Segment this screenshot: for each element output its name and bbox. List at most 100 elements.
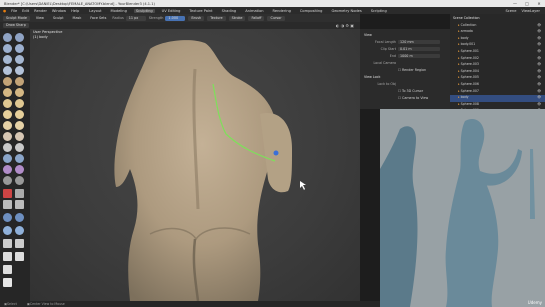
draw-brush-icon[interactable] (3, 33, 12, 42)
rotate-icon[interactable] (3, 252, 12, 261)
maximize-icon[interactable]: □ (521, 0, 533, 7)
focal-length-field[interactable]: 120 mm (398, 40, 440, 44)
menu-edit[interactable]: Edit (22, 9, 29, 13)
scale-icon[interactable] (15, 252, 24, 261)
stroke-menu[interactable]: Stroke (228, 15, 246, 21)
visibility-eye-icon[interactable]: 👁 (537, 49, 541, 53)
tab-uv-editing[interactable]: UV Editing (160, 9, 183, 13)
outliner-item[interactable]: ▸ Sphere.001 👁 (450, 49, 545, 56)
tab-rendering[interactable]: Rendering (271, 9, 293, 13)
tab-scripting[interactable]: Scripting (369, 9, 389, 13)
torso-mesh[interactable] (114, 40, 290, 301)
tab-compositing[interactable]: Compositing (298, 9, 325, 13)
draw-sharp-brush-icon[interactable] (15, 33, 24, 42)
outliner-item[interactable]: ▸ body.001 👁 (450, 42, 545, 49)
scrape-brush-icon[interactable] (3, 99, 12, 108)
flatten-brush-icon[interactable] (3, 88, 12, 97)
visibility-eye-icon[interactable]: 👁 (537, 36, 541, 40)
elastic-deform-brush-icon[interactable] (3, 121, 12, 130)
visibility-eye-icon[interactable]: 👁 (537, 69, 541, 73)
mesh-filter-icon[interactable] (3, 213, 12, 222)
visibility-eye-icon[interactable]: 👁 (537, 29, 541, 33)
outliner-item[interactable]: ▸ Sphere.002 👁 (450, 56, 545, 63)
visibility-eye-icon[interactable]: 👁 (537, 82, 541, 86)
menu-window[interactable]: Window (52, 9, 66, 13)
menu-help[interactable]: Help (71, 9, 79, 13)
visibility-eye-icon[interactable]: 👁 (537, 95, 541, 99)
view-panel-header[interactable]: View (360, 33, 450, 40)
visibility-eye-icon[interactable]: 👁 (537, 89, 541, 93)
thumb-brush-icon[interactable] (3, 132, 12, 141)
brush-menu[interactable]: Brush (188, 15, 205, 21)
outliner-item[interactable]: ▸ Sphere.007 👁 (450, 89, 545, 96)
texture-menu[interactable]: Texture (207, 15, 226, 21)
annotate-icon[interactable] (3, 278, 12, 287)
slide-relax-brush-icon[interactable] (3, 154, 12, 163)
menu-file[interactable]: File (11, 9, 17, 13)
grab-brush-icon[interactable] (15, 110, 24, 119)
box-face-set-icon[interactable] (3, 200, 12, 209)
outliner-item[interactable]: ▸ Sphere.008 👁 (450, 102, 545, 109)
mask-by-color-icon[interactable] (3, 239, 12, 248)
box-hide-icon[interactable] (15, 189, 24, 198)
fill-brush-icon[interactable] (15, 88, 24, 97)
pose-brush-icon[interactable] (15, 132, 24, 141)
outliner-item[interactable]: ▸ body 👁 (450, 95, 545, 102)
cloth-brush-icon[interactable] (3, 165, 12, 174)
clay-brush-icon[interactable] (3, 44, 12, 53)
tab-geometry-nodes[interactable]: Geometry Nodes (329, 9, 363, 13)
box-mask-icon[interactable] (3, 189, 12, 198)
smooth-brush-icon[interactable] (15, 77, 24, 86)
visibility-eye-icon[interactable]: 👁 (537, 42, 541, 46)
inflate-brush-icon[interactable] (3, 66, 12, 75)
outliner-item[interactable]: ▸ Sphere.005 👁 (450, 75, 545, 82)
outliner-item[interactable]: ▸ Collection 👁 (450, 23, 545, 30)
outliner-item[interactable]: ▸ body 👁 (450, 36, 545, 43)
tab-layout[interactable]: Layout (87, 9, 103, 13)
sculpt-menu[interactable]: Sculpt (50, 16, 67, 21)
clip-end-field[interactable]: 1000 m (398, 54, 440, 58)
tab-animation[interactable]: Animation (243, 9, 265, 13)
outliner-item[interactable]: ▸ Sphere.006 👁 (450, 82, 545, 89)
blender-logo-icon[interactable]: ● (3, 9, 6, 13)
edit-face-set-icon[interactable] (15, 226, 24, 235)
crease-brush-icon[interactable] (3, 77, 12, 86)
boundary-brush-icon[interactable] (15, 154, 24, 163)
pinch-brush-icon[interactable] (3, 110, 12, 119)
strength-field[interactable]: 1.000 (165, 15, 186, 21)
face-sets-menu[interactable]: Face Sets (87, 16, 109, 21)
move-icon[interactable] (15, 239, 24, 248)
3d-viewport[interactable] (30, 29, 360, 301)
box-trim-icon[interactable] (15, 200, 24, 209)
mode-selector[interactable]: Sculpt Mode (3, 15, 30, 21)
rotate-brush-icon[interactable] (15, 143, 24, 152)
clip-start-field[interactable]: 0.01 m (398, 47, 440, 51)
blob-brush-icon[interactable] (15, 66, 24, 75)
tab-shading[interactable]: Shading (220, 9, 239, 13)
view-layer-selector[interactable]: ViewLayer (521, 9, 540, 13)
close-icon[interactable]: ✕ (533, 0, 545, 7)
simplify-brush-icon[interactable] (15, 165, 24, 174)
menu-render[interactable]: Render (34, 9, 47, 13)
layer-brush-icon[interactable] (15, 55, 24, 64)
transform-icon[interactable] (3, 265, 12, 274)
outliner-item[interactable]: ▸ Sphere.003 👁 (450, 62, 545, 69)
radius-field[interactable]: 11 px (125, 15, 146, 21)
view-lock-header[interactable]: View Lock (360, 75, 450, 82)
tab-modeling[interactable]: Modeling (109, 9, 129, 13)
visibility-eye-icon[interactable]: 👁 (537, 56, 541, 60)
overlay-icons[interactable]: ◐ ◑ ⚙ ▣ (336, 23, 354, 28)
tab-sculpting[interactable]: Sculpting (133, 8, 155, 13)
visibility-eye-icon[interactable]: 👁 (537, 102, 541, 106)
outliner-item[interactable]: ▸ Sphere.004 👁 (450, 69, 545, 76)
multiplane-scrape-brush-icon[interactable] (15, 99, 24, 108)
cursor-menu[interactable]: Cursor (267, 15, 285, 21)
visibility-eye-icon[interactable]: 👁 (537, 75, 541, 79)
view-menu[interactable]: View (33, 16, 47, 21)
falloff-menu[interactable]: Falloff (248, 15, 265, 21)
mask-brush-icon[interactable] (3, 176, 12, 185)
minimize-icon[interactable]: — (509, 0, 521, 7)
visibility-eye-icon[interactable]: 👁 (537, 62, 541, 66)
clay-strips-brush-icon[interactable] (15, 44, 24, 53)
mask-menu[interactable]: Mask (70, 16, 85, 21)
